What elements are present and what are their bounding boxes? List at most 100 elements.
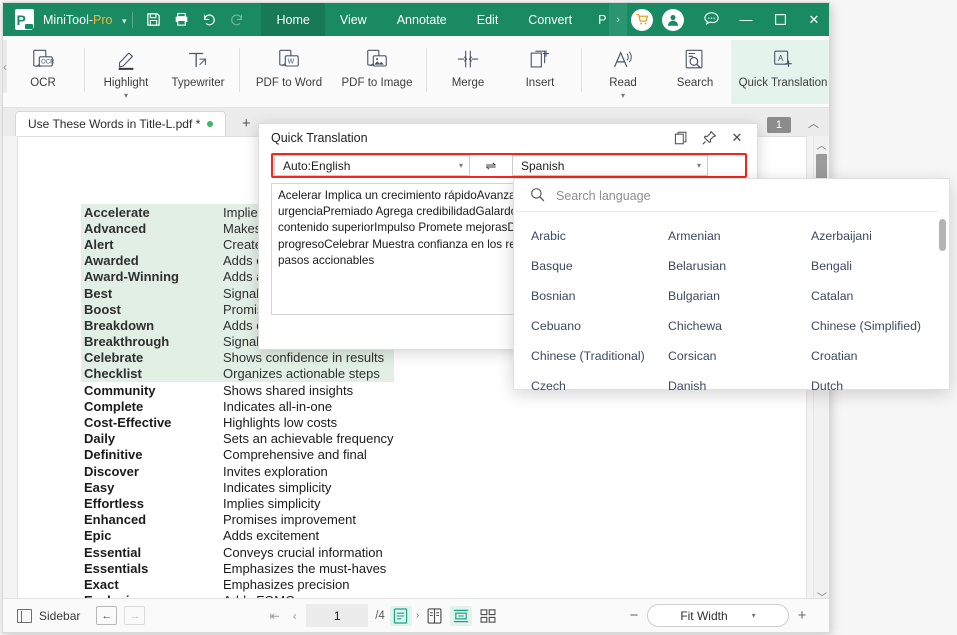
word-definition: Comprehensive and final xyxy=(223,447,367,463)
target-language-select[interactable]: Spanish ▾ xyxy=(512,155,708,176)
ribbon-toolbar: ‹ OCR OCR Highlight ▾ Typewriter W PDF t… xyxy=(3,36,829,108)
previous-page-button[interactable]: ← xyxy=(96,606,118,625)
new-tab-button[interactable]: + xyxy=(236,115,256,132)
ribbon-item-ocr[interactable]: OCR OCR xyxy=(7,40,79,90)
menu-tab-protect[interactable]: P xyxy=(587,3,609,36)
language-option[interactable]: Armenian xyxy=(651,221,794,251)
page-total-label: /4 xyxy=(375,609,385,622)
status-bar: Sidebar ← → ⇤ ‹ 1 /4 › − Fit Width ▾ + xyxy=(3,598,829,632)
unsaved-changes-dot-icon xyxy=(207,121,214,127)
language-option[interactable]: Czech xyxy=(514,371,651,401)
quick-translation-header-actions: ✕ xyxy=(667,126,751,150)
double-page-view-icon[interactable] xyxy=(423,606,445,626)
language-option[interactable]: Catalan xyxy=(794,281,944,311)
prev-page-arrow[interactable]: ‹ xyxy=(286,609,303,623)
menu-tab-convert[interactable]: Convert xyxy=(513,3,587,36)
undo-icon[interactable] xyxy=(195,3,223,36)
language-option[interactable]: Corsican xyxy=(651,341,794,371)
svg-text:A: A xyxy=(778,53,784,63)
language-option[interactable]: Chichewa xyxy=(651,311,794,341)
copy-icon[interactable] xyxy=(667,126,695,150)
ribbon-item-search[interactable]: Search xyxy=(659,40,731,90)
cart-icon[interactable] xyxy=(631,8,653,31)
language-option[interactable]: Azerbaijani xyxy=(794,221,944,251)
zoom-level-label: Fit Width xyxy=(680,608,728,623)
language-option[interactable]: Dutch xyxy=(794,371,944,401)
redo-icon[interactable] xyxy=(223,3,251,36)
ribbon-divider xyxy=(239,48,240,92)
language-option[interactable]: Chinese (Simplified) xyxy=(794,311,944,341)
language-option[interactable]: Arabic xyxy=(514,221,651,251)
language-option[interactable]: Danish xyxy=(651,371,794,401)
ribbon-item-insert[interactable]: Insert xyxy=(504,40,576,90)
highlight-dropdown-caret-icon[interactable]: ▾ xyxy=(124,91,128,100)
word-definition: Conveys crucial information xyxy=(223,544,383,560)
word-term: Community xyxy=(84,382,156,398)
dropdown-scrollbar-thumb[interactable] xyxy=(939,219,946,251)
menu-tab-view[interactable]: View xyxy=(325,3,382,36)
print-icon[interactable] xyxy=(167,3,195,36)
scroll-up-icon[interactable]: ︿ xyxy=(814,136,829,152)
quick-translation-title: Quick Translation xyxy=(271,130,368,145)
word-term: Alert xyxy=(84,236,114,252)
language-option[interactable]: Belarusian xyxy=(651,251,794,281)
zoom-out-button[interactable]: − xyxy=(621,607,647,624)
language-option[interactable]: Bosnian xyxy=(514,281,651,311)
single-page-view-icon[interactable] xyxy=(389,605,412,626)
maximize-button[interactable] xyxy=(763,3,797,36)
read-dropdown-caret-icon[interactable]: ▾ xyxy=(621,91,625,100)
zoom-level-select[interactable]: Fit Width ▾ xyxy=(647,604,789,627)
language-option[interactable]: Bengali xyxy=(794,251,944,281)
menu-scroll-right-icon[interactable]: › xyxy=(609,3,628,36)
ribbon-item-pdf-to-image[interactable]: PDF to Image xyxy=(333,40,421,90)
language-option[interactable]: Cebuano xyxy=(514,311,651,341)
word-term: Celebrate xyxy=(84,350,144,366)
word-term: Breakthrough xyxy=(84,334,170,350)
brand-dropdown-caret-icon[interactable]: ▾ xyxy=(122,16,127,26)
language-option[interactable]: Bulgarian xyxy=(651,281,794,311)
language-option[interactable]: Chinese (Traditional) xyxy=(514,341,651,371)
thumbnail-grid-icon[interactable] xyxy=(477,606,499,626)
minimize-button[interactable]: — xyxy=(729,3,763,36)
close-icon[interactable]: ✕ xyxy=(723,126,751,150)
chat-icon[interactable] xyxy=(693,3,729,36)
continuous-scroll-icon[interactable] xyxy=(450,605,473,626)
title-divider xyxy=(132,11,134,28)
save-icon[interactable] xyxy=(139,3,167,36)
ribbon-label-pdf-to-image: PDF to Image xyxy=(341,77,413,89)
document-tab[interactable]: Use These Words in Title-L.pdf * xyxy=(15,111,227,136)
word-term: Discover xyxy=(84,463,139,479)
menu-tab-annotate[interactable]: Annotate xyxy=(382,3,462,36)
user-account-icon[interactable] xyxy=(662,8,684,31)
word-definition: Adds excitement xyxy=(223,528,320,544)
swap-languages-button[interactable]: ⇌ xyxy=(470,155,512,176)
close-button[interactable]: ✕ xyxy=(797,3,829,36)
menu-tab-edit[interactable]: Edit xyxy=(462,3,514,36)
language-option[interactable]: Basque xyxy=(514,251,651,281)
next-page-button[interactable]: → xyxy=(124,606,146,625)
page-number-input[interactable]: 1 xyxy=(306,604,369,627)
next-page-arrow[interactable]: › xyxy=(416,610,419,621)
chevron-down-icon: ▾ xyxy=(696,161,701,170)
ribbon-item-read[interactable]: Read ▾ xyxy=(587,40,659,100)
sidebar-toggle[interactable]: Sidebar xyxy=(17,608,80,623)
dropdown-scrollbar[interactable] xyxy=(939,219,946,379)
language-option[interactable]: Croatian xyxy=(794,341,944,371)
ribbon-item-pdf-to-word[interactable]: W PDF to Word xyxy=(245,40,333,90)
ribbon-item-highlight[interactable]: Highlight ▾ xyxy=(90,40,162,100)
language-search-row[interactable]: Search language xyxy=(516,181,939,212)
first-page-button[interactable]: ⇤ xyxy=(266,609,283,623)
ribbon-item-merge[interactable]: Merge xyxy=(432,40,504,90)
language-search-input[interactable]: Search language xyxy=(556,189,651,203)
word-list-row: Effortless Implies simplicity xyxy=(81,495,394,511)
ribbon-item-typewriter[interactable]: Typewriter xyxy=(162,40,234,90)
word-term: Boost xyxy=(84,301,121,317)
ribbon-item-quick-translation[interactable]: A Quick Translation xyxy=(731,40,829,104)
pin-icon[interactable] xyxy=(695,126,723,150)
zoom-in-button[interactable]: + xyxy=(789,607,815,624)
menu-tab-home[interactable]: Home xyxy=(261,3,325,36)
pdf-to-word-icon: W xyxy=(277,46,301,72)
source-language-select[interactable]: Auto:English ▾ xyxy=(274,155,470,176)
read-aloud-icon xyxy=(611,46,635,72)
collapse-ribbon-caret-icon[interactable]: ︿ xyxy=(808,115,819,131)
